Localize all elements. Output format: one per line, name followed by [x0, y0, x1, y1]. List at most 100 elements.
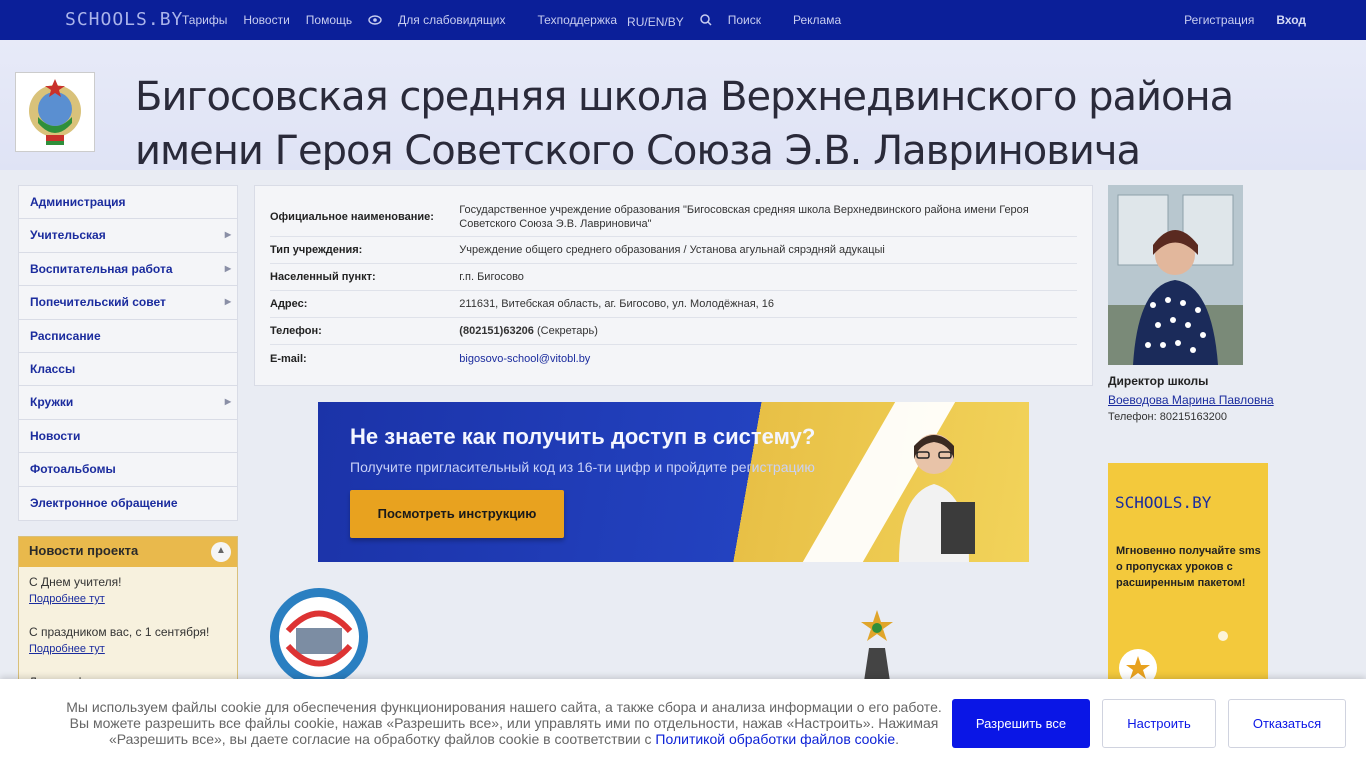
menu-item-board[interactable]: Попечительский совет ▶ — [19, 286, 237, 320]
nav-support[interactable]: Техподдержка — [538, 13, 618, 27]
search-icon — [699, 14, 712, 26]
project-news-title: Новости проекта — [29, 542, 139, 558]
phone-note: (Секретарь) — [536, 325, 598, 337]
news-item: С Днем учителя! Подробнее тут — [19, 567, 237, 617]
menu-item-upbringing[interactable]: Воспитательная работа ▶ — [19, 253, 237, 287]
top-navbar: SCHOOLS.BY Тарифы Новости Помощь Для сла… — [0, 0, 1366, 40]
language-switch[interactable]: RU/EN/BY — [627, 15, 684, 29]
menu-item-administration[interactable]: Администрация — [19, 186, 237, 220]
menu-item-classes[interactable]: Классы — [19, 353, 237, 387]
allow-all-button[interactable]: Разрешить все — [952, 699, 1090, 748]
nav-low-vision-label: Для слабовидящих — [398, 13, 506, 27]
page-title: Бигосовская средняя школа Верхнедвинског… — [135, 74, 1234, 170]
banner-subtext: Получите пригласительный код из 16-ти ци… — [350, 459, 815, 475]
chevron-right-icon: ▶ — [224, 263, 231, 273]
nav-low-vision[interactable]: Для слабовидящих — [368, 13, 521, 27]
cookie-policy-link[interactable]: Политикой обработки файлов cookie — [655, 731, 895, 747]
info-value: Государственное учреждение образования "… — [459, 204, 1029, 230]
info-value: 211631, Витебская область, аг. Бигосово,… — [459, 298, 774, 310]
chevron-right-icon: ▶ — [224, 397, 231, 407]
chevron-right-icon: ▶ — [224, 297, 231, 307]
left-sidebar: Администрация Учительская ▶ Воспитательна… — [18, 185, 238, 696]
info-label: Тип учреждения: — [270, 244, 363, 256]
menu-item-clubs[interactable]: Кружки ▶ — [19, 386, 237, 420]
info-label: Телефон: — [270, 325, 322, 337]
top-nav: Тарифы Новости Помощь Для слабовидящих Т… — [182, 0, 857, 40]
phone-number: (802151)63206 — [459, 325, 534, 337]
menu-item-news[interactable]: Новости — [19, 420, 237, 454]
ad-text: Мгновенно получайте sms о пропусках урок… — [1116, 545, 1261, 589]
menu-item-label: Администрация — [30, 195, 126, 209]
nav-search[interactable]: Поиск — [699, 13, 777, 27]
sms-ad-banner[interactable]: SCHOOLS.BY Мгновенно получайте sms о про… — [1108, 463, 1268, 683]
side-menu: Администрация Учительская ▶ Воспитательна… — [18, 185, 238, 521]
news-item: С праздником вас, с 1 сентября! Подробне… — [19, 617, 237, 667]
menu-item-label: Расписание — [30, 328, 101, 343]
menu-item-label: Попечительский совет — [30, 295, 166, 310]
star-icon — [1119, 649, 1157, 683]
project-news-box: Новости проекта ▲ С Днем учителя! Подроб… — [18, 535, 238, 696]
info-row-locality: Населенный пункт: г.п. Бигосово — [270, 264, 1077, 291]
project-news-header: Новости проекта ▲ — [19, 536, 237, 567]
menu-item-teachers[interactable]: Учительская ▶ — [19, 219, 237, 253]
info-row-address: Адрес: 211631, Витебская область, аг. Би… — [270, 291, 1077, 318]
coat-of-arms-image — [15, 72, 95, 152]
register-link[interactable]: Регистрация — [1184, 13, 1254, 27]
nav-ads[interactable]: Реклама — [793, 13, 841, 27]
menu-item-e-appeal[interactable]: Электронное обращение — [19, 487, 237, 520]
director-title: Директор школы — [1108, 374, 1209, 388]
nav-tariffs[interactable]: Тарифы — [182, 13, 227, 27]
info-row-official-name: Официальное наименование: Государственно… — [270, 198, 1077, 237]
cookie-tail: . — [895, 731, 900, 747]
info-label: Адрес: — [270, 298, 308, 310]
menu-item-label: Новости — [30, 428, 81, 443]
medal-emblem-image — [861, 610, 893, 688]
chevron-right-icon: ▶ — [224, 230, 231, 240]
school-info-panel: Официальное наименование: Государственно… — [254, 185, 1093, 386]
menu-item-label: Учительская — [30, 228, 106, 243]
info-label: Официальное наименование: — [270, 211, 434, 223]
info-value: г.п. Бигосово — [459, 271, 524, 283]
auth-links: Регистрация Вход — [1184, 0, 1306, 40]
access-banner[interactable]: Не знаете как получить доступ в систему?… — [318, 402, 1029, 562]
view-instructions-button[interactable]: Посмотреть инструкцию — [350, 490, 564, 538]
news-item-link[interactable]: Подробнее тут — [29, 593, 227, 605]
configure-button[interactable]: Настроить — [1102, 699, 1216, 748]
email-link[interactable]: bigosovo-school@vitobl.by — [459, 353, 590, 365]
collapse-icon[interactable]: ▲ — [211, 541, 231, 562]
nav-help[interactable]: Помощь — [306, 13, 352, 27]
news-item-link[interactable]: Подробнее тут — [29, 643, 227, 655]
director-photo[interactable] — [1108, 185, 1243, 365]
decline-button[interactable]: Отказаться — [1228, 699, 1346, 748]
info-label: Населенный пункт: — [270, 271, 376, 283]
cookie-text: Мы используем файлы cookie для обеспечен… — [58, 699, 950, 747]
menu-item-label: Кружки — [30, 395, 74, 410]
menu-item-photo-albums[interactable]: Фотоальбомы — [19, 453, 237, 487]
news-item-title: С праздником вас, с 1 сентября! — [29, 624, 210, 639]
nav-search-label: Поиск — [727, 13, 761, 27]
news-item-title: С Днем учителя! — [29, 574, 122, 589]
info-row-type: Тип учреждения: Учреждение общего средне… — [270, 237, 1077, 264]
school-header: Бигосовская средняя школа Верхнедвинског… — [0, 40, 1366, 170]
director-name-link[interactable]: Воеводова Марина Павловна — [1108, 393, 1274, 407]
menu-item-schedule[interactable]: Расписание — [19, 320, 237, 353]
eye-icon — [368, 15, 382, 25]
info-value: (802151)63206 (Секретарь) — [459, 319, 1077, 343]
info-row-phone: Телефон: (802151)63206 (Секретарь) — [270, 318, 1077, 345]
info-value: bigosovo-school@vitobl.by — [459, 347, 1077, 371]
director-phone: Телефон: 80215163200 — [1108, 411, 1228, 423]
site-logo[interactable]: SCHOOLS.BY — [65, 9, 183, 30]
woman-with-folder-image — [899, 434, 975, 562]
info-value: Учреждение общего среднего образования /… — [459, 244, 885, 256]
nav-news[interactable]: Новости — [243, 13, 289, 27]
info-row-email: E-mail: bigosovo-school@vitobl.by — [270, 345, 1077, 372]
school-emblem-image — [270, 588, 368, 686]
sparkle-icon — [1218, 631, 1228, 641]
menu-item-label: Фотоальбомы — [30, 462, 116, 477]
login-link[interactable]: Вход — [1276, 13, 1306, 27]
ad-logo: SCHOOLS.BY — [1115, 493, 1212, 512]
info-label: E-mail: — [270, 352, 307, 365]
banner-heading: Не знаете как получить доступ в систему? — [350, 424, 816, 449]
menu-item-label: Классы — [30, 361, 76, 376]
menu-item-label: Воспитательная работа — [30, 261, 173, 276]
